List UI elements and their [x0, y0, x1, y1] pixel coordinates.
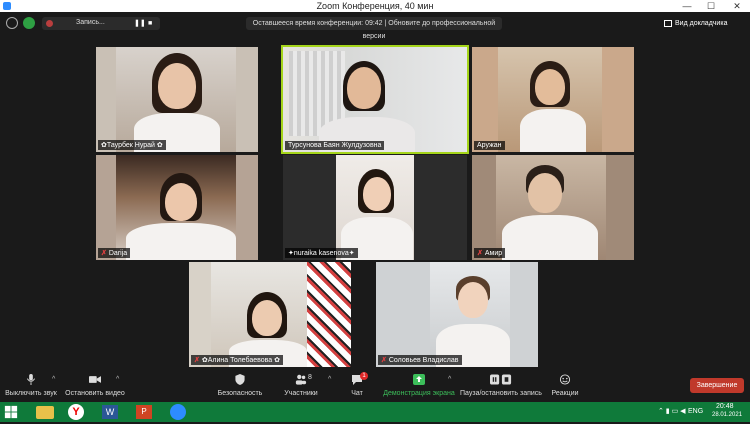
powerpoint-icon[interactable]: P [136, 405, 152, 419]
meeting-time-banner[interactable]: Оставшееся время конференции: 09:42 | Об… [246, 17, 502, 40]
participant-name: ✗ ✿Алина Толебаевова ✿ [191, 355, 283, 365]
pause-stop-icon [490, 374, 512, 385]
speaker-view-label: Вид докладчика [675, 20, 728, 27]
info-icon[interactable] [6, 17, 18, 29]
participants-label: Участники [284, 390, 318, 397]
yandex-browser-icon[interactable]: Y [68, 404, 88, 420]
stop-recording-icon[interactable]: ■ [148, 20, 156, 27]
video-camera-icon [89, 376, 101, 383]
muted-mic-icon: ✗ [477, 250, 483, 257]
share-screen-label: Демонстрация экрана [383, 390, 455, 397]
mute-label: Выключить звук [5, 390, 57, 397]
participant-name-text: Соловьев Владислав [388, 357, 459, 364]
shirt-shape [126, 223, 236, 260]
video-tile[interactable]: ✿Таурбек Нурай ✿ [96, 47, 258, 152]
video-tile[interactable]: ✗ Амир [472, 155, 634, 260]
muted-mic-icon: ✗ [381, 357, 387, 364]
patterned-curtain-shape [307, 262, 351, 367]
participant-name: Аружан [474, 141, 505, 150]
reactions-label: Реакции [551, 390, 579, 397]
participant-name-text: Darija [108, 250, 128, 257]
video-tile[interactable]: ✗ Darija [96, 155, 258, 260]
shirt-shape [520, 109, 586, 152]
shield-icon [235, 374, 245, 385]
chevron-up-icon[interactable]: ^ [328, 376, 331, 383]
chevron-up-icon[interactable]: ^ [52, 376, 55, 383]
window-title: Zoom Конференция, 40 мин [316, 1, 434, 11]
reactions-button[interactable]: Реакции [548, 368, 582, 402]
participant-name: ✦nuraika kasenova✦ [285, 248, 358, 258]
clock-date[interactable]: 28.01.2021 [712, 412, 742, 418]
windows-start-icon[interactable] [4, 404, 24, 420]
video-tile[interactable]: ✦nuraika kasenova✦ [283, 155, 467, 260]
windows-taskbar: Y W P ⌃ ▮ ▭ ◀ ENG 20:48 28.01.2021 [0, 402, 750, 422]
video-tile-active-speaker[interactable]: Турсунова Баян Жулдузовна [281, 45, 469, 154]
grid-icon [664, 20, 672, 27]
security-label: Безопасность [217, 390, 263, 397]
face-shape [528, 173, 562, 213]
window-titlebar: Zoom Конференция, 40 мин — ☐ ✕ [0, 0, 750, 12]
recording-indicator: Запись... ❚❚ ■ [42, 17, 160, 30]
video-tile[interactable]: ✗ ✿Алина Толебаевова ✿ [189, 262, 351, 367]
face-shape [347, 67, 381, 109]
share-screen-button[interactable]: Демонстрация экрана ^ [380, 368, 458, 402]
mute-button[interactable]: Выключить звук ^ [0, 368, 62, 402]
face-shape [165, 183, 197, 221]
tray-icons[interactable]: ⌃ ▮ ▭ ◀ [658, 407, 686, 415]
shield-icon[interactable] [23, 17, 35, 29]
file-explorer-icon[interactable] [36, 406, 54, 419]
close-button[interactable]: ✕ [726, 0, 748, 12]
chevron-up-icon[interactable]: ^ [116, 376, 119, 383]
face-shape [158, 63, 196, 109]
end-meeting-button[interactable]: Завершение [690, 378, 744, 393]
pause-stop-label: Пауза/остановить запись [460, 390, 542, 397]
participants-count: 8 [308, 374, 312, 381]
face-shape [363, 177, 391, 211]
meeting-toolbar: Выключить звук ^ Остановить видео ^ Безо… [0, 368, 750, 402]
meeting-topbar: Запись... ❚❚ ■ Оставшееся время конферен… [0, 12, 750, 40]
chat-badge: 1 [360, 372, 368, 380]
language-indicator[interactable]: ENG [688, 408, 703, 415]
face-shape [252, 300, 282, 336]
pause-recording-icon[interactable]: ❚❚ [134, 20, 146, 27]
participant-name-text: ✿Алина Толебаевова ✿ [201, 357, 280, 364]
participant-name: ✗ Darija [98, 248, 131, 258]
participant-name: Турсунова Баян Жулдузовна [285, 141, 385, 150]
speaker-view-button[interactable]: Вид докладчика [664, 17, 748, 30]
microphone-icon [26, 374, 36, 385]
muted-mic-icon: ✗ [101, 250, 107, 257]
participants-button[interactable]: 8 Участники ^ [276, 368, 331, 402]
word-icon[interactable]: W [102, 405, 118, 419]
video-tile[interactable]: Аружан [472, 47, 634, 152]
video-tile[interactable]: ✗ Соловьев Владислав [376, 262, 538, 367]
participant-name-text: Амир [484, 250, 503, 257]
clock-time[interactable]: 20:48 [716, 403, 734, 410]
stop-video-button[interactable]: Остановить видео ^ [62, 368, 128, 402]
muted-mic-icon: ✗ [194, 357, 200, 364]
maximize-button[interactable]: ☐ [700, 0, 722, 12]
chevron-up-icon[interactable]: ^ [448, 376, 451, 383]
share-screen-icon [413, 374, 425, 385]
participant-name: ✿Таурбек Нурай ✿ [98, 140, 166, 150]
chat-label: Чат [351, 390, 363, 397]
smiley-plus-icon [559, 374, 571, 385]
shirt-shape [502, 215, 598, 260]
stop-video-label: Остановить видео [65, 390, 125, 397]
recording-label: Запись... [76, 19, 105, 26]
pause-stop-recording-button[interactable]: Пауза/остановить запись [458, 368, 544, 402]
record-dot-icon [46, 20, 53, 27]
participant-name: ✗ Амир [474, 248, 506, 258]
face-shape [458, 282, 488, 318]
face-shape [535, 69, 565, 105]
minimize-button[interactable]: — [676, 0, 698, 12]
chat-button[interactable]: 1 Чат [342, 368, 372, 402]
participants-icon [295, 374, 307, 385]
participant-name: ✗ Соловьев Владислав [378, 355, 462, 365]
zoom-taskbar-icon[interactable] [170, 404, 190, 420]
security-button[interactable]: Безопасность [212, 368, 268, 402]
